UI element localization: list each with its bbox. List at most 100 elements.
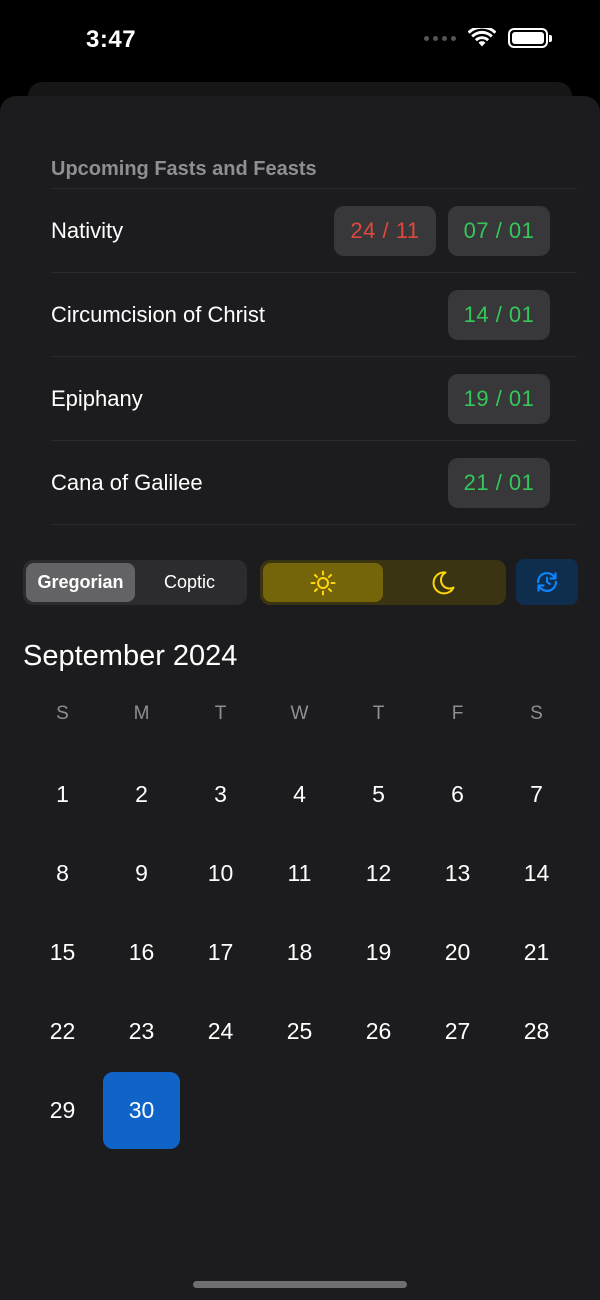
calendar-day[interactable]: 18: [260, 913, 339, 992]
day-number: 18: [286, 939, 313, 965]
weekday-label: T: [214, 703, 227, 724]
home-indicator: [193, 1281, 407, 1288]
list-item-cana[interactable]: Cana of Galilee 21 / 01: [51, 441, 577, 525]
calendar-day[interactable]: 6: [418, 755, 497, 834]
weekday-label: T: [372, 703, 385, 724]
calendar-day[interactable]: 21: [497, 913, 576, 992]
day-number: 16: [128, 939, 155, 965]
day-number: 4: [293, 781, 306, 807]
upcoming-list: Nativity 24 / 11 07 / 01 Circumcision of…: [51, 188, 577, 525]
moon-icon: [432, 570, 455, 594]
day-number: 1: [56, 781, 69, 807]
jump-to-today-button[interactable]: [516, 559, 578, 605]
day-number: 23: [128, 1018, 155, 1044]
day-number: 10: [207, 860, 234, 886]
calendar-day[interactable]: 12: [339, 834, 418, 913]
list-item-nativity[interactable]: Nativity 24 / 11 07 / 01: [51, 189, 577, 273]
calendar-day[interactable]: 13: [418, 834, 497, 913]
feast-date-chip[interactable]: 21 / 01: [448, 457, 550, 508]
feast-name: Nativity: [51, 217, 124, 243]
calendar-day[interactable]: 14: [497, 834, 576, 913]
calendar-day[interactable]: 23: [102, 992, 181, 1071]
weekday-header: S M T W T F S: [23, 703, 577, 725]
battery-icon: [508, 28, 552, 48]
day-number: 11: [287, 860, 312, 886]
status-time: 3:47: [86, 26, 137, 53]
upcoming-section-title: Upcoming Fasts and Feasts: [51, 158, 317, 180]
theme-segmented-control[interactable]: [260, 560, 506, 605]
calendar-day[interactable]: 1: [23, 755, 102, 834]
calendar-day[interactable]: 9: [102, 834, 181, 913]
weekday-label: S: [530, 703, 543, 724]
weekday-label: F: [451, 703, 464, 724]
calendar-day[interactable]: 11: [260, 834, 339, 913]
calendar-day[interactable]: 16: [102, 913, 181, 992]
status-bar: 3:47: [0, 0, 600, 82]
calendar-day[interactable]: 5: [339, 755, 418, 834]
calendar-day[interactable]: 20: [418, 913, 497, 992]
feast-name: Circumcision of Christ: [51, 301, 265, 327]
feast-date-chip[interactable]: 19 / 01: [448, 373, 550, 424]
calendar-day[interactable]: 28: [497, 992, 576, 1071]
weekday-label: S: [56, 703, 69, 724]
day-number: 21: [523, 939, 550, 965]
coptic-option[interactable]: Coptic: [135, 563, 244, 602]
calendar-day[interactable]: 15: [23, 913, 102, 992]
calendar-day[interactable]: 4: [260, 755, 339, 834]
calendar-day[interactable]: 25: [260, 992, 339, 1071]
status-icons: [424, 28, 552, 48]
wifi-icon: [468, 28, 496, 47]
day-number: 28: [523, 1018, 550, 1044]
day-number: 6: [451, 781, 464, 807]
day-number: 13: [444, 860, 471, 886]
dark-theme-option[interactable]: [383, 563, 503, 602]
day-number: 30: [128, 1097, 155, 1123]
gregorian-option[interactable]: Gregorian: [26, 563, 135, 602]
day-number: 8: [56, 860, 69, 886]
feast-date-chip[interactable]: 14 / 01: [448, 289, 550, 340]
calendar-day[interactable]: 29: [23, 1071, 102, 1150]
feast-name: Epiphany: [51, 385, 143, 411]
light-theme-option[interactable]: [263, 563, 383, 602]
calendar-controls: Gregorian Coptic: [23, 559, 578, 605]
day-number: 2: [135, 781, 148, 807]
calendar-day[interactable]: 26: [339, 992, 418, 1071]
calendar-day[interactable]: 7: [497, 755, 576, 834]
day-number: 9: [135, 860, 148, 886]
day-number: 5: [372, 781, 385, 807]
calendar-day[interactable]: 2: [102, 755, 181, 834]
day-number: 3: [214, 781, 227, 807]
feast-date-chip[interactable]: 07 / 01: [448, 205, 550, 256]
day-number: 25: [286, 1018, 313, 1044]
day-number: 17: [207, 939, 234, 965]
calendar-day[interactable]: 3: [181, 755, 260, 834]
calendar-day-grid: 1 2 3 4 5 6 7 8 9 10 11 12 13 14 15 16 17 18 19 20 21 22 23 24 2…: [23, 755, 577, 1150]
day-number: 20: [444, 939, 471, 965]
day-number: 29: [49, 1097, 76, 1123]
calendar-day[interactable]: 27: [418, 992, 497, 1071]
day-number: 27: [444, 1018, 471, 1044]
day-number: 14: [523, 860, 550, 886]
weekday-label: M: [133, 703, 150, 724]
calendar-day[interactable]: 10: [181, 834, 260, 913]
list-item-circumcision[interactable]: Circumcision of Christ 14 / 01: [51, 273, 577, 357]
month-title: September 2024: [23, 640, 238, 672]
list-item-epiphany[interactable]: Epiphany 19 / 01: [51, 357, 577, 441]
cellular-signal-icon: [424, 35, 456, 41]
calendar-day[interactable]: 24: [181, 992, 260, 1071]
day-number: 22: [49, 1018, 76, 1044]
feast-name: Cana of Galilee: [51, 469, 203, 495]
calendar-day-selected[interactable]: 30: [102, 1071, 181, 1150]
today-refresh-icon: [536, 572, 558, 592]
day-number: 19: [365, 939, 392, 965]
calendar-day[interactable]: 22: [23, 992, 102, 1071]
day-number: 12: [365, 860, 392, 886]
calendar-day[interactable]: 19: [339, 913, 418, 992]
day-number: 15: [49, 939, 76, 965]
calendar-day[interactable]: 8: [23, 834, 102, 913]
weekday-label: W: [290, 703, 309, 724]
sun-icon: [310, 570, 336, 595]
calendar-type-segmented-control[interactable]: Gregorian Coptic: [23, 560, 247, 605]
fast-start-date-chip[interactable]: 24 / 11: [334, 205, 436, 256]
calendar-day[interactable]: 17: [181, 913, 260, 992]
